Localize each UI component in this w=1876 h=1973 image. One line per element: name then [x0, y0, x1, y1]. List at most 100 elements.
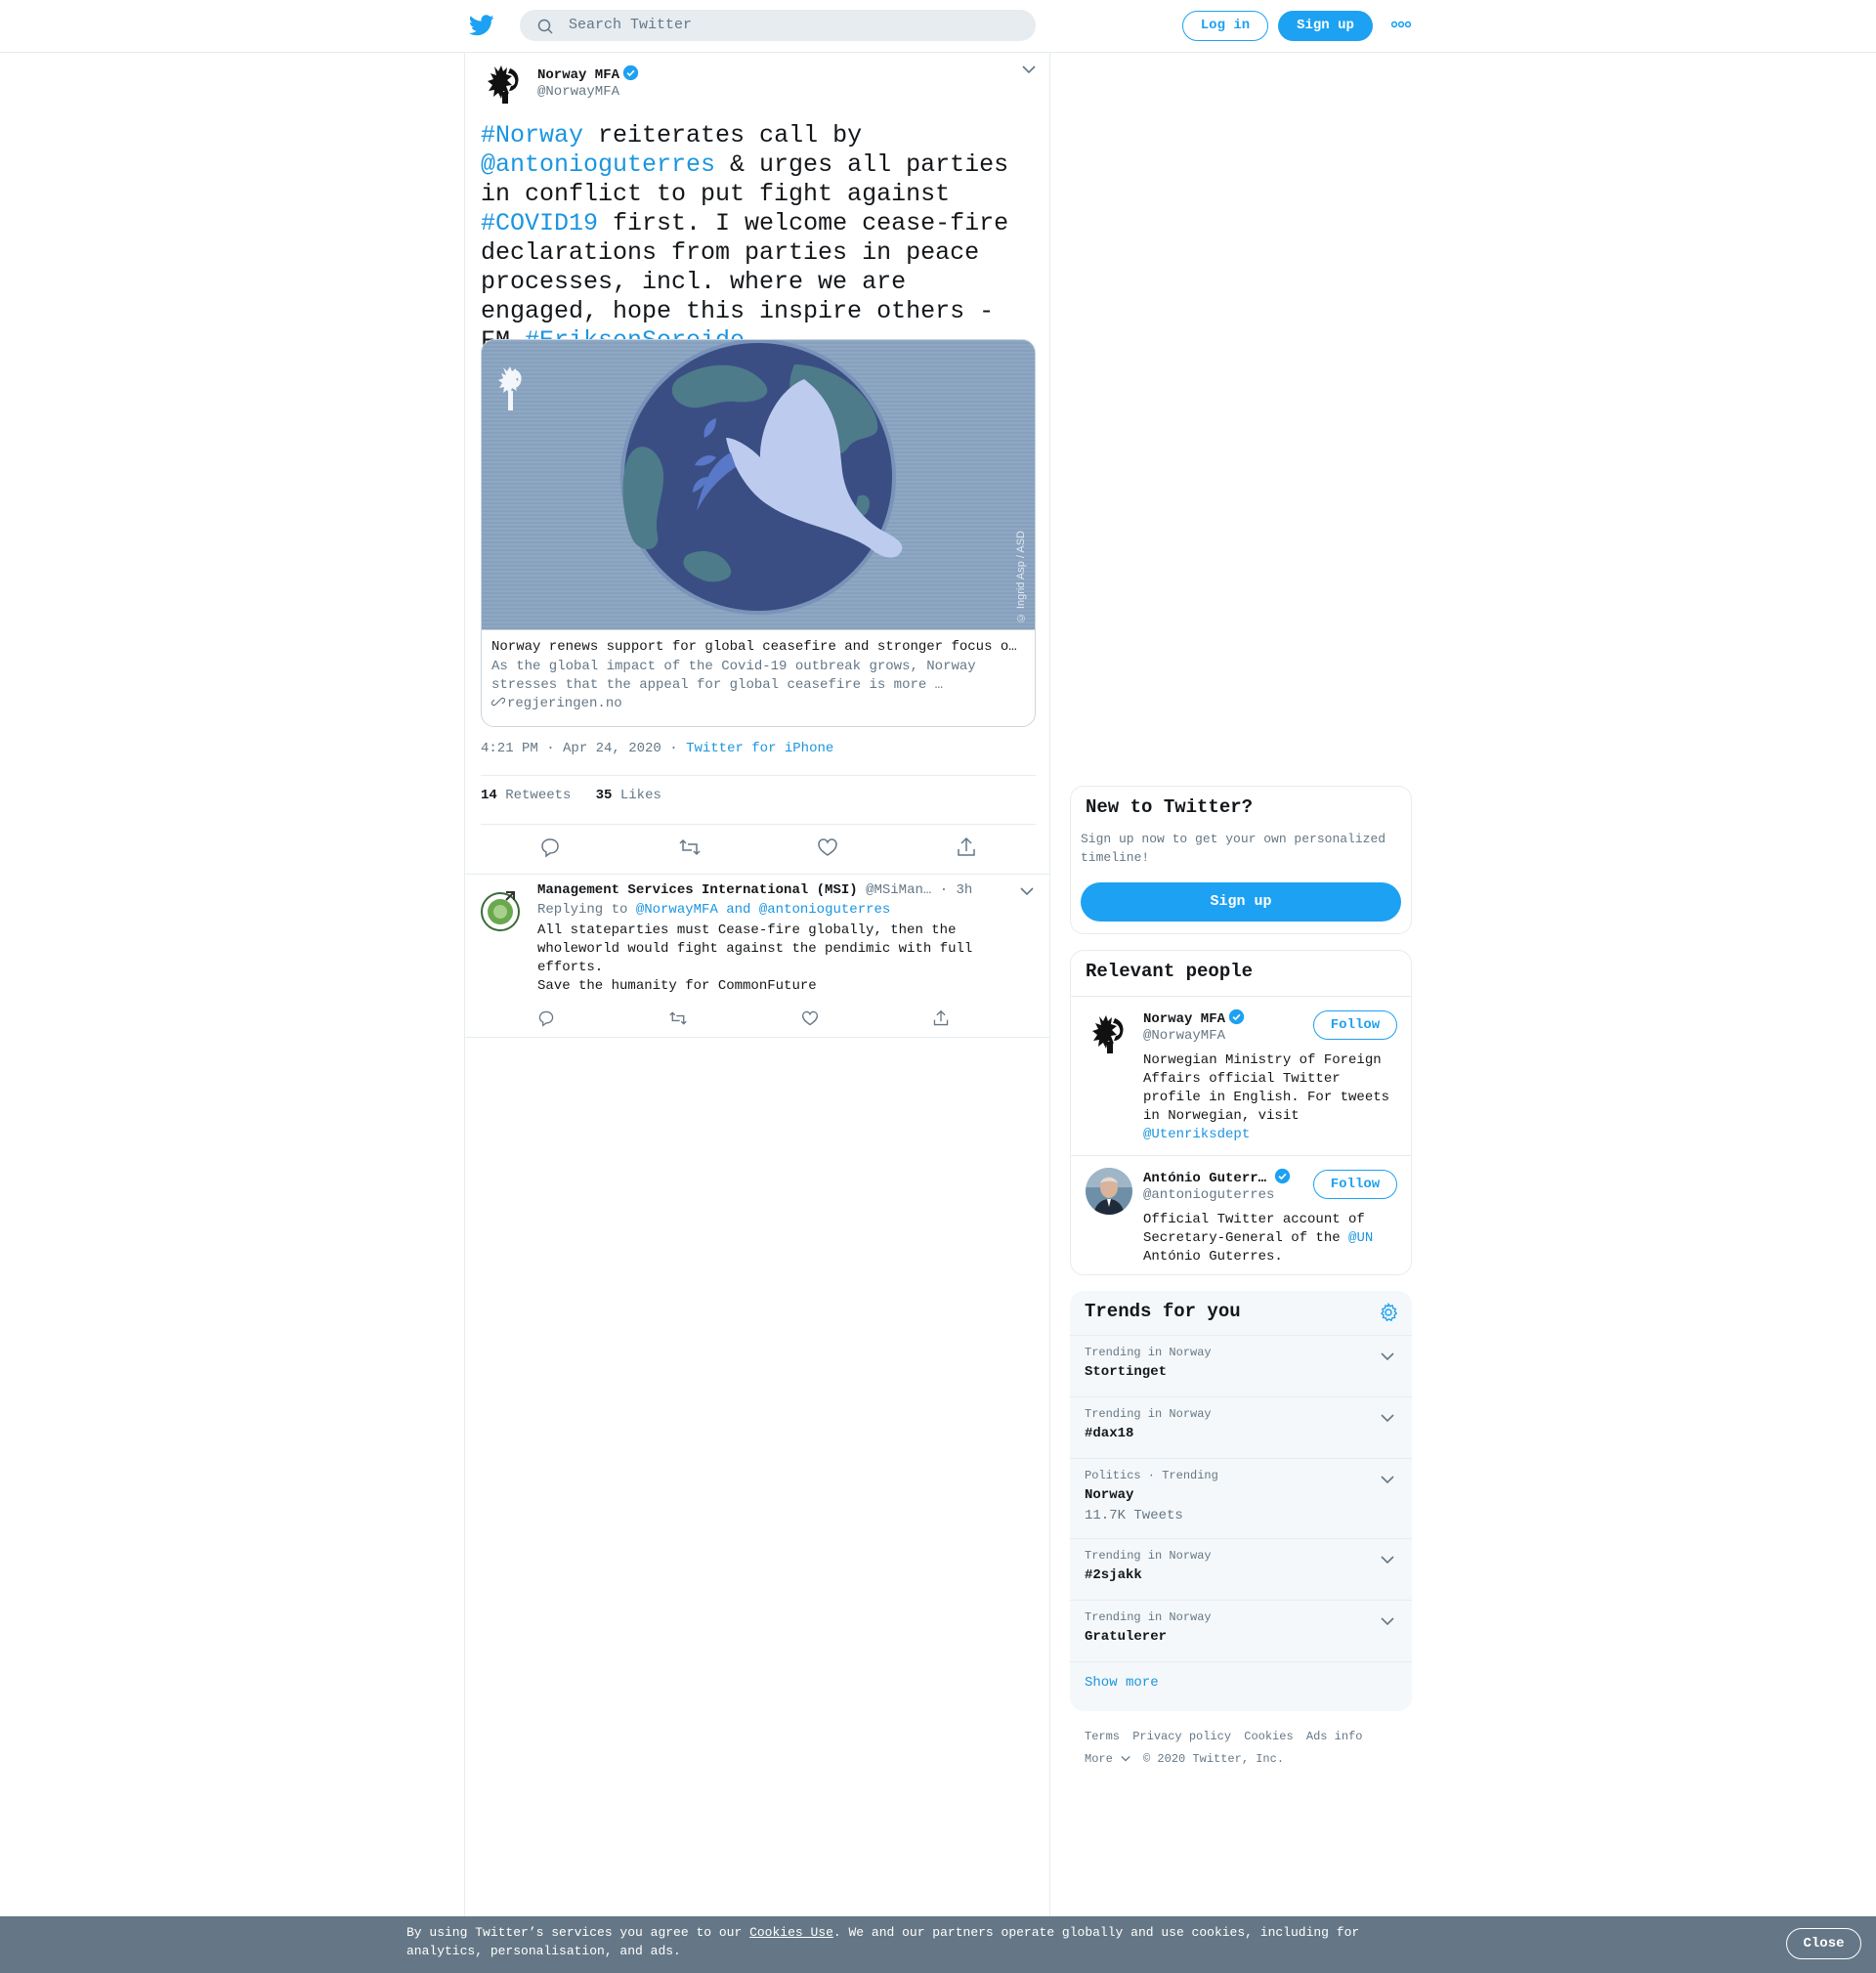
retweets-label: Retweets [505, 788, 572, 803]
globe-dove-illustration [482, 340, 1035, 629]
replying-to-antonioguterres-link[interactable]: @antonioguterres [759, 902, 890, 918]
trend-meta: Trending in Norway [1085, 1610, 1212, 1624]
trend-item[interactable]: Trending in Norway Stortinget [1070, 1335, 1412, 1397]
mention-utenriksdept-link[interactable]: @Utenriksdept [1143, 1127, 1250, 1142]
chevron-down-icon[interactable] [1020, 886, 1034, 896]
msi-avatar[interactable] [479, 888, 522, 931]
reply-tweet[interactable]: Management Services International (MSI) … [465, 874, 1049, 1038]
person-handle[interactable]: @antonioguterres [1143, 1187, 1274, 1203]
reply-author-name[interactable]: Management Services International (MSI) [537, 882, 858, 898]
follow-button[interactable]: Follow [1313, 1170, 1397, 1199]
reply-icon[interactable] [539, 836, 561, 858]
bio-text: António Guterres. [1143, 1249, 1283, 1265]
cookie-text: By using Twitter’s services you agree to… [406, 1923, 1384, 1960]
gear-icon[interactable] [1379, 1303, 1398, 1322]
retweets-count: 14 [481, 788, 497, 803]
chevron-down-icon[interactable] [1381, 1555, 1394, 1565]
chevron-down-icon[interactable] [1381, 1616, 1394, 1626]
show-more-link[interactable]: Show more [1085, 1675, 1159, 1691]
chevron-down-icon[interactable] [1381, 1351, 1394, 1361]
tweet-source-link[interactable]: Twitter for iPhone [686, 741, 833, 756]
chevron-down-icon[interactable] [1022, 64, 1036, 74]
reply-time[interactable]: · 3h [940, 882, 973, 898]
card-meta: Norway renews support for global ceasefi… [482, 629, 1035, 726]
tweet-author-handle[interactable]: @NorwayMFA [537, 84, 619, 100]
card-title: Norway renews support for global ceasefi… [491, 639, 1025, 655]
trend-item[interactable]: Trending in Norway #2sjakk [1070, 1538, 1412, 1601]
search-input[interactable]: Search Twitter [520, 10, 1036, 41]
footer-more-label: More [1085, 1752, 1113, 1766]
retweets-stat[interactable]: 14 Retweets [481, 788, 571, 803]
follow-button[interactable]: Follow [1313, 1010, 1397, 1040]
twitter-bird-icon[interactable] [469, 14, 494, 37]
person-name[interactable]: António Guterr… [1143, 1168, 1291, 1186]
cookie-close-button[interactable]: Close [1786, 1928, 1861, 1959]
trend-meta: Trending in Norway [1085, 1407, 1212, 1421]
mention-un-link[interactable]: @UN [1348, 1230, 1373, 1246]
tweet-text-part: reiterates call by [583, 121, 863, 150]
hashtag-covid19-link[interactable]: #COVID19 [481, 209, 598, 237]
more-dots-icon[interactable] [1391, 20, 1411, 29]
mention-antonioguterres-link[interactable]: @antonioguterres [481, 150, 715, 179]
login-button[interactable]: Log in [1182, 11, 1268, 41]
trend-item[interactable]: Trending in Norway Gratulerer [1070, 1600, 1412, 1662]
chevron-down-icon[interactable] [1381, 1413, 1394, 1423]
divider [481, 775, 1036, 776]
trend-name: Gratulerer [1085, 1629, 1168, 1645]
person-handle[interactable]: @NorwayMFA [1143, 1028, 1225, 1044]
footer-more-button[interactable]: More [1085, 1752, 1130, 1766]
footer-cookies-link[interactable]: Cookies [1244, 1730, 1293, 1743]
person-name[interactable]: Norway MFA [1143, 1008, 1245, 1027]
divider [1070, 1661, 1412, 1663]
card-description: As the global impact of the Covid-19 out… [491, 659, 976, 693]
reply-icon[interactable] [537, 1009, 555, 1027]
tweet-author-name[interactable]: Norway MFA [537, 64, 639, 83]
bio-text: Official Twitter account of Secretary-Ge… [1143, 1212, 1365, 1246]
footer-terms-link[interactable]: Terms [1085, 1730, 1120, 1743]
card-domain-text: regjeringen.no [507, 696, 622, 711]
trend-name: #dax18 [1085, 1426, 1134, 1441]
bio-text: Norwegian Ministry of Foreign Affairs of… [1143, 1052, 1390, 1124]
norway-coat-of-arms-avatar[interactable] [485, 63, 524, 106]
chevron-down-icon[interactable] [1381, 1475, 1394, 1484]
timestamp-text[interactable]: 4:21 PM · Apr 24, 2020 [481, 741, 661, 756]
card-domain: regjeringen.no [491, 695, 1025, 713]
footer-ads-link[interactable]: Ads info [1306, 1730, 1363, 1743]
sidebar-signup-button[interactable]: Sign up [1081, 882, 1401, 922]
retweet-icon[interactable] [668, 1009, 688, 1027]
main-column: Norway MFA @NorwayMFA #Norway reiterates… [464, 53, 1050, 1973]
reply-header: Management Services International (MSI) … [537, 882, 972, 898]
like-heart-icon[interactable] [817, 836, 838, 858]
tweet-timestamp: 4:21 PM · Apr 24, 2020 · Twitter for iPh… [481, 741, 833, 756]
cookies-use-link[interactable]: Cookies Use [749, 1925, 833, 1940]
footer-privacy-link[interactable]: Privacy policy [1132, 1730, 1231, 1743]
antonio-guterres-avatar[interactable] [1086, 1168, 1132, 1215]
replying-to-norwaymfa-link[interactable]: @NorwayMFA [636, 902, 718, 918]
replying-to: Replying to @NorwayMFA and @antonioguter… [537, 902, 890, 918]
person-antonio-guterres[interactable]: António Guterr… @antonioguterres Follow … [1071, 1155, 1411, 1274]
share-icon[interactable] [956, 836, 977, 858]
norway-coat-of-arms-avatar[interactable] [1086, 1008, 1132, 1055]
new-to-twitter-box: New to Twitter? Sign up now to get your … [1070, 786, 1412, 934]
replying-and: and [726, 902, 751, 918]
trend-meta: Politics · Trending [1085, 1469, 1218, 1482]
sidebar-footer: Terms Privacy policy Cookies Ads info Mo… [1085, 1726, 1407, 1771]
search-icon [537, 19, 553, 34]
trend-tweet-count: 11.7K Tweets [1085, 1508, 1183, 1523]
hashtag-norway-link[interactable]: #Norway [481, 121, 583, 150]
link-card[interactable]: © Ingrid Asp / ASD Norway renews support… [481, 339, 1036, 727]
trend-item[interactable]: Politics · Trending Norway 11.7K Tweets [1070, 1458, 1412, 1539]
share-icon[interactable] [932, 1009, 950, 1027]
person-norway-mfa[interactable]: Norway MFA @NorwayMFA Follow Norwegian M… [1071, 996, 1411, 1156]
like-heart-icon[interactable] [801, 1009, 819, 1027]
relevant-people-title: Relevant people [1086, 961, 1254, 982]
reply-author-handle[interactable]: @MSiMan… [866, 882, 931, 898]
likes-stat[interactable]: 35 Likes [596, 788, 661, 803]
reply-actions [537, 1009, 1026, 1029]
top-header: Search Twitter Log in Sign up [0, 0, 1876, 53]
signup-button[interactable]: Sign up [1278, 11, 1373, 41]
trend-meta: Trending in Norway [1085, 1549, 1212, 1563]
trend-item[interactable]: Trending in Norway #dax18 [1070, 1396, 1412, 1459]
retweet-icon[interactable] [678, 836, 702, 858]
image-credit: © Ingrid Asp / ASD [1015, 530, 1027, 623]
